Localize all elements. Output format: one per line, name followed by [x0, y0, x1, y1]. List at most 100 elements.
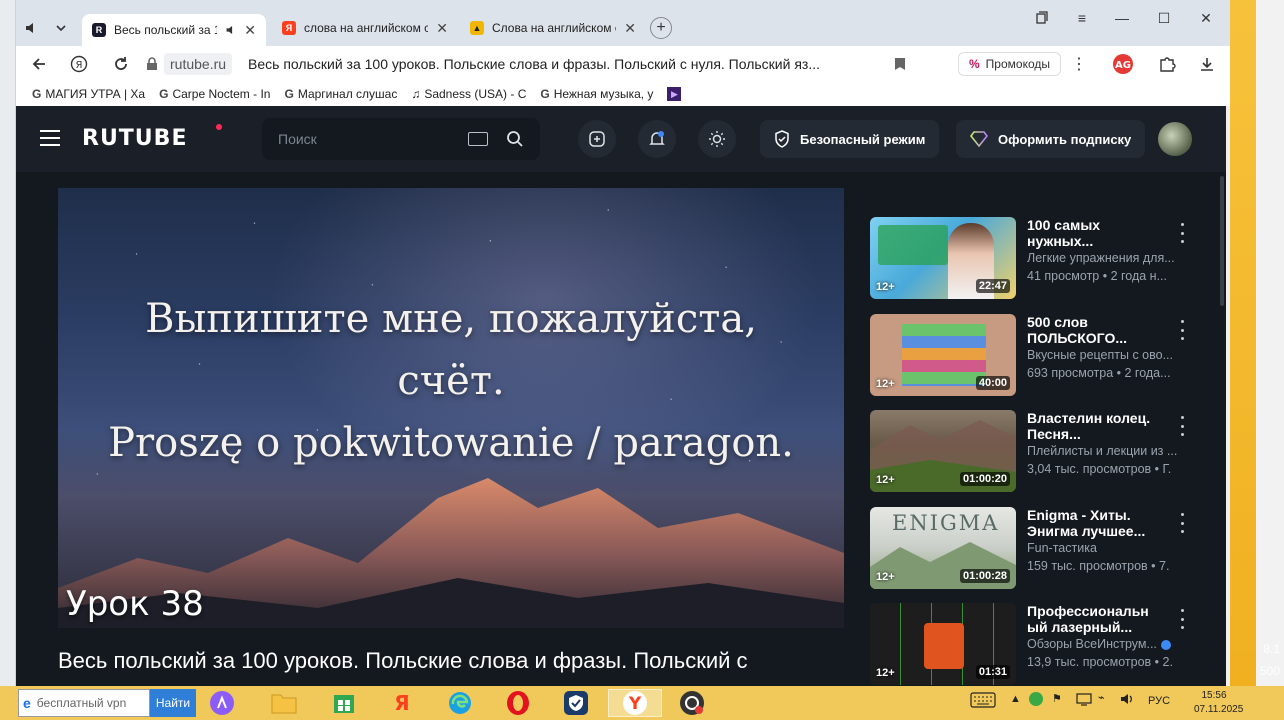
close-icon[interactable]: ✕ — [436, 20, 448, 37]
maximize-icon: ☐ — [1157, 9, 1171, 26]
tab-images[interactable]: ▲ Слова на английском с переводом ✕ — [460, 14, 646, 42]
close-window-button[interactable]: ✕ — [1196, 8, 1216, 28]
taskbar-store[interactable] — [324, 689, 364, 717]
hamburger-icon[interactable] — [40, 130, 60, 146]
usb-icon[interactable]: ⌁ — [1098, 691, 1105, 704]
rutube-page: RUTUBE Поиск Безопасный режим Оформить п… — [16, 106, 1226, 686]
video-thumbnail[interactable]: 12+ 01:00:20 — [870, 410, 1016, 492]
theme-button[interactable] — [698, 120, 736, 158]
video-player[interactable]: Выпишите мне, пожалуйста, счёт. Proszę o… — [58, 188, 844, 628]
recommendation-title[interactable]: 100 самых нужных... — [1027, 217, 1163, 249]
tray-expand-icon[interactable]: ▲ — [1010, 693, 1021, 705]
clock[interactable]: 15:56 07.11.2025 — [1194, 689, 1244, 717]
antivirus-icon[interactable] — [1028, 691, 1044, 710]
extension-button[interactable]: AG — [1112, 53, 1134, 75]
rutube-logo[interactable]: RUTUBE — [82, 126, 187, 151]
search-input[interactable]: Поиск — [278, 131, 317, 147]
subtitle-overlay: Выпишите мне, пожалуйста, счёт. Proszę o… — [98, 288, 804, 474]
safe-mode-button[interactable]: Безопасный режим — [760, 120, 940, 158]
recommendation-title[interactable]: Enigma - Хиты. Энигма лучшее... — [1027, 507, 1163, 539]
video-thumbnail[interactable]: 12+ 22:47 — [870, 217, 1016, 299]
notifications-button[interactable] — [638, 120, 676, 158]
recommendation-card[interactable]: 12+ 22:47 100 самых нужных... Легкие упр… — [870, 217, 1200, 299]
bookmark-icon[interactable] — [894, 57, 906, 71]
close-icon[interactable]: ✕ — [244, 22, 256, 39]
language-indicator[interactable]: РУС — [1148, 695, 1170, 707]
taskbar-find-button[interactable]: Найти — [150, 689, 196, 717]
maximize-button[interactable]: ☐ — [1154, 8, 1174, 28]
bookmark-item[interactable]: G МАГИЯ УТРА | Ха — [32, 87, 145, 101]
bookmark-label: Маргинал слушас — [297, 87, 398, 101]
channel-name[interactable]: Fun-тастика — [1027, 541, 1193, 555]
keyboard-icon[interactable] — [970, 692, 996, 711]
recommendation-card[interactable]: ENIGMA 12+ 01:00:28 Enigma - Хиты. Энигм… — [870, 507, 1200, 589]
bookmark-item[interactable]: G Carpe Noctem - In — [159, 87, 270, 101]
upload-button[interactable] — [578, 120, 616, 158]
taskbar-search-field[interactable]: e бесплатный vpn — [18, 689, 150, 717]
tab-yandex-search[interactable]: Я слова на английском с переводом ✕ — [272, 14, 458, 42]
duration-badge: 01:00:28 — [959, 569, 1010, 583]
tab-audio-button[interactable] — [16, 14, 46, 42]
taskbar-alice[interactable] — [202, 689, 242, 717]
bookmark-item[interactable]: ♫ Sadness (USA) - C — [411, 87, 526, 101]
back-button[interactable] — [28, 53, 50, 75]
recommendation-card[interactable]: 12+ 01:31 Профессиональн ый лазерный... … — [870, 603, 1200, 685]
avatar[interactable] — [1158, 122, 1192, 156]
bookmark-item[interactable]: ▶ — [667, 87, 682, 101]
minimize-button[interactable]: — — [1112, 8, 1132, 28]
flag-icon[interactable]: ⚑ — [1052, 692, 1062, 705]
more-options-icon[interactable] — [1174, 320, 1190, 340]
menu-button[interactable]: ≡ — [1072, 8, 1092, 28]
reload-button[interactable] — [110, 53, 132, 75]
taskbar-obs[interactable] — [672, 689, 712, 717]
scrollbar[interactable] — [1220, 176, 1224, 306]
more-button[interactable]: ⋮ — [1068, 53, 1090, 75]
tab-list-button[interactable] — [46, 14, 76, 42]
subscribe-label: Оформить подписку — [998, 131, 1132, 147]
channel-name[interactable]: Плейлисты и лекции из ... — [1027, 444, 1193, 458]
recommendation-card[interactable]: 12+ 40:00 500 слов ПОЛЬСКОГО... Вкусные … — [870, 314, 1200, 396]
bookmark-panel-button[interactable] — [1032, 8, 1052, 28]
video-thumbnail[interactable]: ENIGMA 12+ 01:00:28 — [870, 507, 1016, 589]
more-options-icon[interactable] — [1174, 609, 1190, 629]
channel-name[interactable]: Обзоры ВсеИнструм... — [1027, 637, 1193, 651]
more-options-icon[interactable] — [1174, 416, 1190, 436]
recommendation-card[interactable]: 12+ 01:00:20 Властелин колец. Песня... П… — [870, 410, 1200, 492]
extensions-button[interactable] — [1156, 53, 1178, 75]
recommendation-title[interactable]: 500 слов ПОЛЬСКОГО... — [1027, 314, 1163, 346]
bookmark-item[interactable]: G Нежная музыка, у — [540, 87, 653, 101]
search-box[interactable]: Поиск — [262, 118, 540, 160]
promocodes-button[interactable]: % Промокоды — [958, 52, 1061, 76]
taskbar-vpn[interactable] — [556, 689, 596, 717]
taskbar-yandex[interactable]: Я — [382, 689, 422, 717]
view-count: 13,9 тыс. просмотров — [1027, 655, 1152, 669]
channel-name[interactable]: Вкусные рецепты с ово... — [1027, 348, 1193, 362]
taskbar-explorer[interactable] — [264, 689, 304, 717]
recommendation-title[interactable]: Властелин колец. Песня... — [1027, 410, 1163, 442]
downloads-button[interactable] — [1196, 53, 1218, 75]
more-options-icon[interactable] — [1174, 223, 1190, 243]
yandex-home-button[interactable]: Я — [68, 53, 90, 75]
url-field[interactable]: rutube.ru Весь польский за 100 уроков. П… — [146, 51, 946, 77]
clock-date: 07.11.2025 — [1194, 704, 1244, 715]
bell-icon — [649, 131, 665, 145]
more-options-icon[interactable] — [1174, 513, 1190, 533]
keyboard-icon[interactable] — [468, 132, 488, 146]
close-icon[interactable]: ✕ — [624, 20, 636, 37]
video-thumbnail[interactable]: 12+ 01:31 — [870, 603, 1016, 685]
search-icon[interactable] — [506, 130, 524, 148]
new-tab-button[interactable]: + — [650, 17, 672, 39]
volume-icon[interactable] — [1120, 692, 1136, 709]
upload-age: 7. — [1159, 559, 1170, 573]
video-thumbnail[interactable]: 12+ 40:00 — [870, 314, 1016, 396]
tab-rutube[interactable]: R Весь польский за 100 уроков. Польские … — [82, 14, 266, 46]
channel-name[interactable]: Легкие упражнения для... — [1027, 251, 1193, 265]
taskbar-edge[interactable] — [440, 689, 480, 717]
taskbar-yandex-browser[interactable]: Y — [608, 689, 662, 717]
taskbar-opera[interactable] — [498, 689, 538, 717]
subscribe-button[interactable]: Оформить подписку — [956, 120, 1146, 158]
bookmark-item[interactable]: G Маргинал слушас — [284, 87, 397, 101]
recommendation-title[interactable]: Профессиональн ый лазерный... — [1027, 603, 1163, 635]
svg-text:Я: Я — [394, 691, 409, 715]
network-icon[interactable] — [1076, 692, 1092, 709]
